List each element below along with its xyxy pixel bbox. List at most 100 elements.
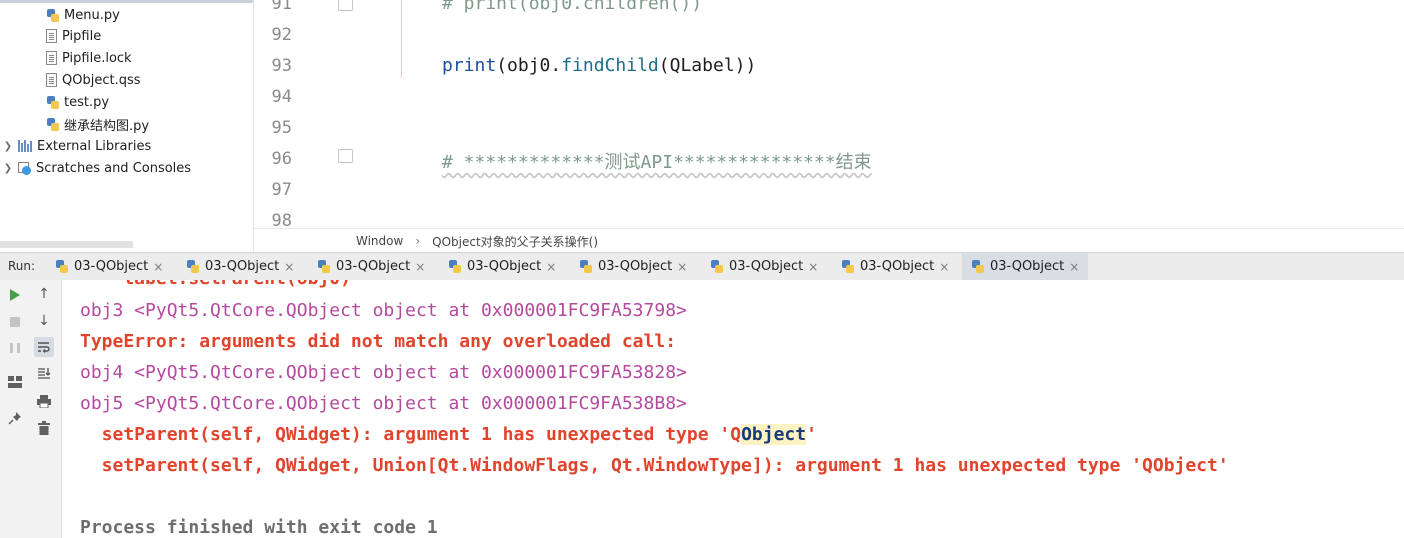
- arrow-down-icon[interactable]: ↓: [34, 311, 54, 331]
- python-run-icon: [55, 260, 68, 273]
- horizontal-scrollbar[interactable]: [0, 241, 133, 248]
- chevron-right-icon[interactable]: ❯: [2, 141, 14, 152]
- print-icon[interactable]: [34, 391, 54, 411]
- fold-marker-icon[interactable]: [338, 149, 353, 163]
- python-run-icon: [448, 260, 461, 273]
- console-output[interactable]: label.setParent(obj0) obj3 <PyQt5.QtCore…: [62, 280, 1404, 538]
- code-token-findchild: findChild: [561, 55, 659, 76]
- console-line: TypeError: arguments did not match any o…: [80, 331, 677, 352]
- python-file-icon: [46, 117, 59, 131]
- console-line: obj4 <PyQt5.QtCore.QObject object at 0x0…: [80, 362, 687, 383]
- console-line: label.setParent(obj0): [80, 280, 351, 289]
- process-exit-line: Process finished with exit code 1: [80, 517, 438, 538]
- text-file-icon: [46, 29, 57, 43]
- code-editor[interactable]: 91 92 93 94 95 96 97 98 # print(obj0.chi…: [254, 0, 1404, 228]
- run-tab-label: 03-QObject: [74, 259, 149, 274]
- run-tab-label: 03-QObject: [205, 259, 280, 274]
- pause-icon[interactable]: [5, 338, 25, 358]
- python-run-icon: [841, 260, 854, 273]
- code-token-paren: (: [496, 55, 508, 76]
- tree-item-label: Pipfile: [62, 28, 102, 44]
- run-tab[interactable]: 03-QObject ×: [317, 253, 425, 280]
- breadcrumb-separator: ›: [415, 234, 421, 248]
- fold-marker-icon[interactable]: [338, 0, 353, 11]
- code-token-print: print: [442, 55, 497, 76]
- python-run-icon: [186, 260, 199, 273]
- tree-item-menu-py[interactable]: Menu.py: [46, 4, 120, 26]
- line-number: 95: [271, 118, 292, 138]
- python-run-icon: [971, 260, 984, 273]
- run-tab[interactable]: 03-QObject ×: [841, 253, 949, 280]
- scroll-to-end-icon[interactable]: [34, 364, 54, 384]
- python-file-icon: [46, 95, 59, 109]
- layout-icon[interactable]: [5, 372, 25, 392]
- run-tab[interactable]: 03-QObject ×: [579, 253, 687, 280]
- python-run-icon: [579, 260, 592, 273]
- close-icon[interactable]: ×: [939, 260, 949, 274]
- run-tab[interactable]: 03-QObject ×: [710, 253, 818, 280]
- tree-item-test-py[interactable]: test.py: [46, 91, 109, 113]
- run-tab-label: 03-QObject: [598, 259, 673, 274]
- run-tab-label: 03-QObject: [729, 259, 804, 274]
- run-label: Run:: [8, 259, 36, 273]
- run-tab[interactable]: 03-QObject ×: [186, 253, 294, 280]
- code-line-91[interactable]: # print(obj0.children()): [442, 0, 702, 14]
- rerun-icon[interactable]: [5, 285, 25, 305]
- code-line-96[interactable]: # *************测试API***************结束: [442, 148, 872, 174]
- line-number: 94: [271, 87, 292, 107]
- tree-item-label: test.py: [64, 94, 110, 110]
- console-line: obj3 <PyQt5.QtCore.QObject object at 0x0…: [80, 300, 687, 321]
- tree-item-label: QObject.qss: [62, 72, 141, 88]
- line-number: 93: [271, 56, 292, 76]
- line-number: 97: [271, 180, 292, 200]
- pin-icon[interactable]: [5, 408, 25, 428]
- comment-text: # *************测试API***************结束: [442, 152, 872, 173]
- stop-icon[interactable]: [5, 312, 25, 332]
- text-file-icon: [46, 73, 57, 87]
- tree-item-inheritance-py[interactable]: 继承结构图.py: [46, 113, 149, 135]
- breadcrumb-item-method[interactable]: QObject对象的父子关系操作(): [432, 233, 598, 250]
- console-line: setParent(self, QWidget, Union[Qt.Window…: [80, 455, 1229, 476]
- tree-item-external-libraries[interactable]: ❯ External Libraries: [2, 135, 151, 157]
- tree-item-pipfile[interactable]: Pipfile: [46, 25, 101, 47]
- close-icon[interactable]: ×: [415, 260, 425, 274]
- tree-item-label: Menu.py: [64, 7, 120, 23]
- search-highlight: Object: [741, 424, 807, 445]
- breadcrumb: Window › QObject对象的父子关系操作(): [254, 228, 1404, 253]
- run-tab-label: 03-QObject: [990, 259, 1065, 274]
- code-token-obj: obj0: [507, 55, 551, 76]
- line-number: 98: [271, 211, 292, 228]
- run-toolbar: ↑ ↓: [0, 280, 62, 538]
- run-tab[interactable]: 03-QObject ×: [448, 253, 556, 280]
- close-icon[interactable]: ×: [153, 260, 163, 274]
- code-token-dot: .: [550, 55, 562, 76]
- run-tab-label: 03-QObject: [467, 259, 542, 274]
- tree-item-scratches[interactable]: ❯ Scratches and Consoles: [2, 157, 191, 179]
- chevron-right-icon[interactable]: ❯: [2, 163, 14, 174]
- console-text: ': [806, 424, 817, 445]
- tree-item-qobject-qss[interactable]: QObject.qss: [46, 69, 141, 91]
- close-icon[interactable]: ×: [546, 260, 556, 274]
- run-tab[interactable]: 03-QObject ×: [55, 253, 163, 280]
- breadcrumb-item-window[interactable]: Window: [356, 234, 403, 248]
- python-run-icon: [710, 260, 723, 273]
- tree-item-label: Scratches and Consoles: [36, 160, 192, 176]
- close-icon[interactable]: ×: [808, 260, 818, 274]
- code-token-args: (QLabel)): [658, 55, 757, 76]
- tree-item-pipfile-lock[interactable]: Pipfile.lock: [46, 47, 132, 69]
- line-number: 91: [271, 0, 292, 14]
- text-file-icon: [46, 51, 57, 65]
- soft-wrap-icon[interactable]: [34, 337, 54, 357]
- run-tab-active[interactable]: 03-QObject ×: [962, 253, 1089, 280]
- close-icon[interactable]: ×: [284, 260, 294, 274]
- code-line-93[interactable]: print(obj0.findChild(QLabel)): [442, 55, 756, 76]
- close-icon[interactable]: ×: [677, 260, 687, 274]
- python-run-icon: [317, 260, 330, 273]
- console-text: setParent(self, QWidget): argument 1 has…: [80, 424, 742, 445]
- console-line: obj5 <PyQt5.QtCore.QObject object at 0x0…: [80, 393, 687, 414]
- arrow-up-icon[interactable]: ↑: [34, 284, 54, 304]
- close-icon[interactable]: ×: [1069, 260, 1079, 274]
- line-number: 92: [271, 25, 292, 45]
- trash-icon[interactable]: [34, 418, 54, 438]
- indent-guide: [401, 0, 402, 78]
